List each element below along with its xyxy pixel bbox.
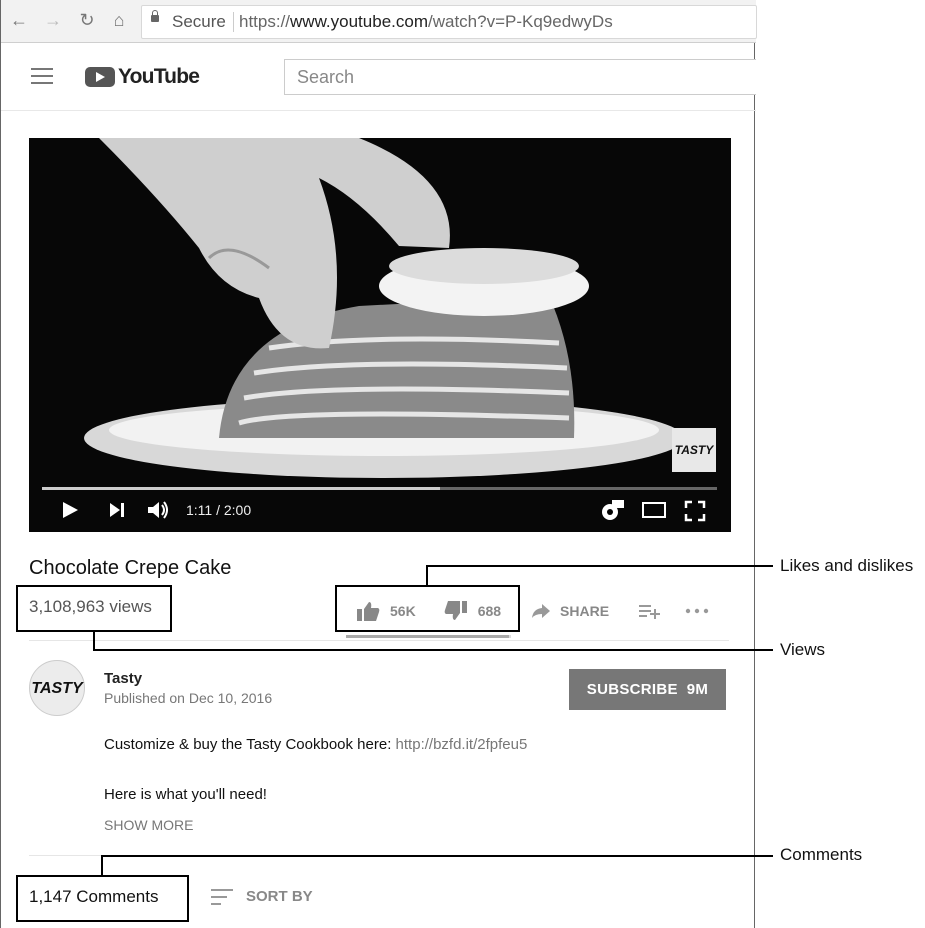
video-title: Chocolate Crepe Cake xyxy=(29,557,232,579)
comments-leader-line xyxy=(101,855,773,857)
url-text: https://www.youtube.com/watch?v=P-Kq9edw… xyxy=(239,12,613,32)
url-separator xyxy=(233,12,234,32)
more-dots-icon xyxy=(685,608,709,614)
youtube-header: YouTube Search xyxy=(1,42,756,111)
divider xyxy=(29,640,729,641)
forward-arrow-icon[interactable]: → xyxy=(43,10,63,31)
youtube-play-logo-icon xyxy=(85,67,115,87)
channel-name[interactable]: Tasty xyxy=(104,670,142,687)
comments-leader-line xyxy=(101,855,103,875)
likes-leader-line xyxy=(426,565,428,585)
like-ratio-fill xyxy=(346,635,510,638)
more-actions-button[interactable] xyxy=(685,607,709,615)
youtube-logo[interactable]: YouTube xyxy=(85,65,200,88)
likes-callout-label: Likes and dislikes xyxy=(780,556,914,575)
comments-highlight-box xyxy=(16,875,189,922)
add-to-playlist-button[interactable] xyxy=(639,602,661,620)
video-frame-image xyxy=(29,138,731,532)
sort-by-button[interactable]: SORT BY xyxy=(246,888,313,905)
next-icon[interactable] xyxy=(107,500,127,520)
url-host: www.youtube.com xyxy=(290,12,428,31)
likes-leader-line xyxy=(426,565,773,567)
publish-date: Published on Dec 10, 2016 xyxy=(104,690,273,706)
views-highlight-box xyxy=(16,585,172,632)
play-icon[interactable] xyxy=(61,500,81,520)
progress-fill xyxy=(42,487,441,490)
reload-icon[interactable]: ↻ xyxy=(77,10,97,31)
url-field[interactable]: Secure https://www.youtube.com/watch?v=P… xyxy=(141,5,757,39)
description-text: Customize & buy the Tasty Cookbook here: xyxy=(104,736,396,753)
home-icon[interactable]: ⌂ xyxy=(109,10,129,31)
timecode: 1:11 / 2:00 xyxy=(186,502,252,518)
subscriber-count: 9M xyxy=(686,681,709,698)
views-callout-label: Views xyxy=(780,640,826,659)
search-input[interactable]: Search xyxy=(284,59,756,95)
url-prefix: https:// xyxy=(239,12,291,31)
like-ratio-bar xyxy=(346,635,511,638)
url-path: /watch?v=P-Kq9edwyDs xyxy=(427,12,613,31)
secure-label: Secure xyxy=(172,12,226,31)
playlist-add-icon xyxy=(639,605,661,619)
theater-mode-icon[interactable] xyxy=(641,500,667,520)
browser-window: ← → ↻ ⌂ Secure https://www.youtube.com/w… xyxy=(0,0,757,928)
volume-icon[interactable] xyxy=(147,500,171,520)
channel-watermark: TASTY xyxy=(672,428,716,472)
description-line: Customize & buy the Tasty Cookbook here:… xyxy=(104,736,527,753)
progress-bar[interactable] xyxy=(42,487,717,490)
sort-icon[interactable] xyxy=(211,889,233,910)
fullscreen-icon[interactable] xyxy=(684,500,706,522)
menu-icon[interactable] xyxy=(31,68,53,84)
views-leader-line xyxy=(93,649,773,651)
subscribe-label: SUBSCRIBE xyxy=(586,681,678,698)
share-label: SHARE xyxy=(560,603,610,619)
subscribe-button[interactable]: SUBSCRIBE 9M xyxy=(569,669,726,710)
description-line: Here is what you'll need! xyxy=(104,786,267,803)
back-arrow-icon[interactable]: ← xyxy=(9,10,29,31)
cookbook-link[interactable]: http://bzfd.it/2fpfeu5 xyxy=(396,736,528,753)
show-more-button[interactable]: SHOW MORE xyxy=(104,817,193,833)
lock-icon xyxy=(151,10,159,22)
comments-callout-label: Comments xyxy=(780,845,863,864)
likes-highlight-box xyxy=(335,585,520,632)
video-player[interactable]: TASTY 1:11 / 2:00 xyxy=(29,138,731,532)
settings-gear-icon[interactable] xyxy=(599,500,625,522)
share-button[interactable]: SHARE xyxy=(531,602,609,620)
address-bar: ← → ↻ ⌂ Secure https://www.youtube.com/w… xyxy=(1,0,757,43)
logo-text: YouTube xyxy=(118,65,200,88)
share-arrow-icon xyxy=(532,604,551,618)
channel-avatar[interactable]: TASTY xyxy=(29,660,85,716)
